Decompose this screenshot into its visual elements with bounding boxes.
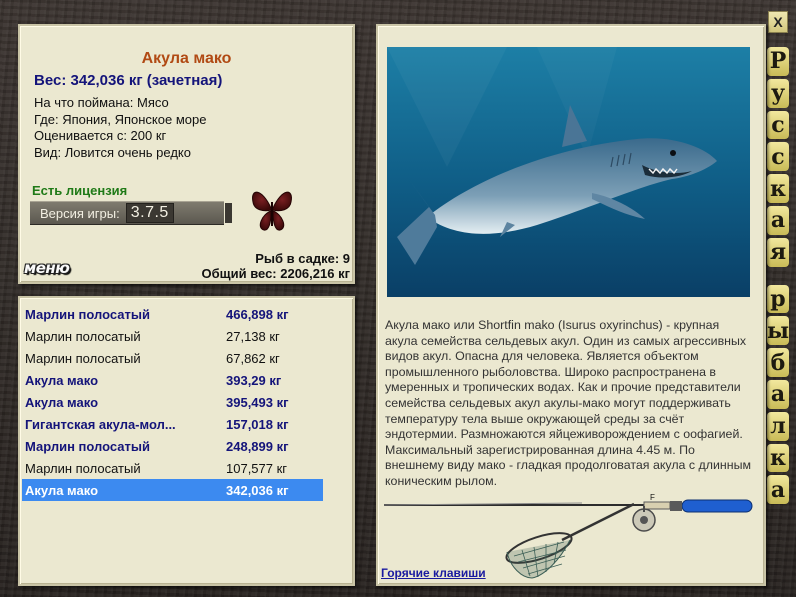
catch-fish-weight: 107,577 кг	[226, 460, 288, 476]
version-box-end	[225, 203, 232, 223]
catch-fish-weight: 248,899 кг	[226, 438, 289, 454]
catch-list: Марлин полосатый 466,898 кг Марлин полосат…	[22, 303, 323, 501]
rarity-line: Вид: Ловится очень редко	[34, 144, 191, 160]
title-letter: ы	[766, 316, 790, 346]
catch-fish-weight: 395,493 кг	[226, 394, 289, 410]
catch-list-row[interactable]: Акула мако 393,29 кг	[22, 369, 323, 391]
catch-fish-weight: 157,018 кг	[226, 416, 289, 432]
version-label: Версия игры:	[40, 205, 120, 221]
fish-weight-title: Вес: 342,036 кг (зачетная)	[34, 72, 223, 89]
catch-list-row[interactable]: Марлин полосатый 466,898 кг	[22, 303, 323, 325]
title-letter: а	[767, 475, 789, 505]
catch-list-row[interactable]: Марлин полосатый 248,899 кг	[22, 435, 323, 457]
title-letter: а	[767, 379, 789, 409]
catch-fish-weight: 466,898 кг	[226, 306, 289, 322]
catch-list-row[interactable]: Акула мако 342,036 кг	[22, 479, 323, 501]
title-letter: б	[767, 348, 789, 377]
close-button[interactable]: X	[768, 11, 788, 33]
vertical-game-title: Русскаярыбалка	[766, 47, 790, 505]
catch-fish-weight: 393,29 кг	[226, 372, 282, 388]
location-line: Где: Япония, Японское море	[34, 111, 207, 127]
catch-fish-name: Акула мако	[25, 482, 99, 498]
title-letter: к	[767, 443, 789, 473]
description-panel: Акула мако или Shortfin mako (Isurus oxy…	[376, 24, 766, 586]
catch-info-panel: Акула мако Вес: 342,036 кг (зачетная) На…	[18, 24, 355, 284]
catch-fish-name: Акула мако	[25, 394, 99, 410]
catch-fish-name: Марлин полосатый	[25, 306, 150, 322]
catch-list-row[interactable]: Марлин полосатый 107,577 кг	[22, 457, 323, 479]
title-letter: Р	[767, 47, 789, 76]
bait-line: На что поймана: Мясо	[34, 95, 169, 110]
title-letter: у	[767, 78, 789, 108]
catch-list-row[interactable]: Марлин полосатый 67,862 кг	[22, 347, 323, 369]
catch-fish-name: Гигантская акула-мол...	[25, 416, 176, 432]
keepnet-stats: Рыб в садке: 9 Общий вес: 2206,216 кг	[201, 251, 350, 281]
mako-shark-photo	[387, 47, 750, 297]
catch-fish-weight: 67,862 кг	[226, 350, 280, 366]
menu-button[interactable]: меню	[24, 259, 84, 281]
version-value: 3.7.5	[125, 203, 174, 223]
species-description: Акула мако или Shortfin mako (Isurus oxy…	[385, 318, 752, 488]
catch-list-row[interactable]: Гигантская акула-мол... 157,018 кг	[22, 413, 323, 435]
version-box: Версия игры: 3.7.5	[30, 201, 224, 225]
catch-fish-name: Марлин полосатый	[25, 328, 141, 344]
catch-fish-name: Акула мако	[25, 372, 99, 388]
title-letter: с	[767, 110, 789, 140]
fish-name-title: Акула мако	[141, 50, 232, 67]
catch-fish-name: Марлин полосатый	[25, 350, 141, 366]
value-line: Оценивается с: 200 кг	[34, 128, 167, 143]
catch-fish-name: Марлин полосатый	[25, 460, 141, 476]
title-letter: л	[767, 411, 789, 441]
title-letter: с	[767, 142, 789, 172]
title-letter: я	[767, 237, 789, 267]
catch-list-panel: Марлин полосатый 466,898 кг Марлин полосат…	[18, 296, 355, 586]
fish-count: Рыб в садке: 9	[255, 251, 350, 266]
catch-fish-weight: 342,036 кг	[226, 482, 289, 498]
title-letter: р	[767, 284, 789, 314]
catch-list-row[interactable]: Марлин полосатый 27,138 кг	[22, 325, 323, 347]
butterfly-icon[interactable]	[250, 184, 294, 234]
total-weight: Общий вес: 2206,216 кг	[201, 266, 350, 281]
hotkeys-link[interactable]: Горячие клавиши	[381, 566, 486, 580]
license-status: Есть лицензия	[32, 183, 128, 198]
catch-list-row[interactable]: Акула мако 395,493 кг	[22, 391, 323, 413]
catch-details: На что поймана: Мясо Где: Япония, Японск…	[34, 95, 206, 161]
title-letter: а	[767, 205, 789, 235]
reel-mark: F	[650, 493, 655, 502]
catch-fish-weight: 27,138 кг	[226, 328, 280, 344]
catch-fish-name: Марлин полосатый	[25, 438, 150, 454]
title-letter: к	[767, 174, 789, 203]
title-letter	[767, 270, 789, 282]
